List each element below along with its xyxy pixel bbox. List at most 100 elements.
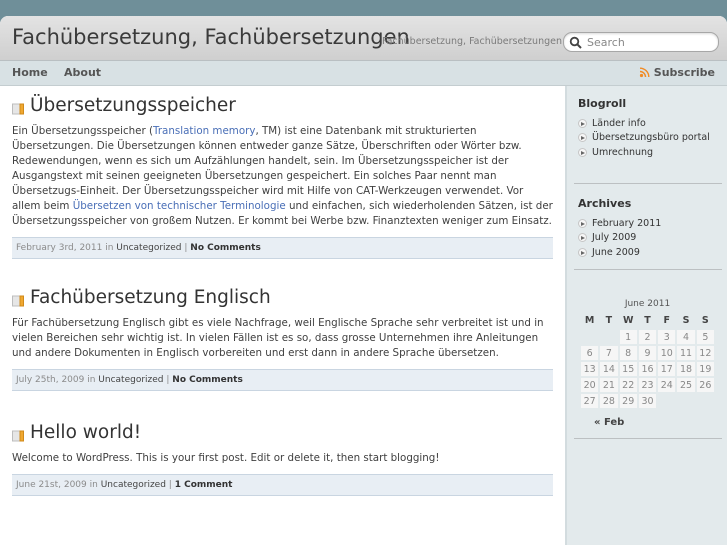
meta-in: in [86,480,101,490]
calendar-day: 9 [638,346,657,360]
post-date: June 21st, 2009 [16,480,87,490]
calendar-day: 11 [677,346,695,360]
calendar-day: 23 [638,378,657,392]
widget-divider [574,183,722,184]
post-icon [12,291,24,307]
arrow-right-icon [578,247,587,257]
post-text: , TM) ist eine Datenbank mit strukturier… [12,125,524,212]
calendar-day: 30 [638,394,657,408]
calendar-day: 14 [600,362,618,376]
post-title: Hello world! [12,420,553,444]
calendar-day: 22 [619,378,637,392]
calendar-day: 16 [638,362,657,376]
blogroll-widget: Blogroll Länder info Übersetzungsbüro po… [578,97,722,160]
calendar-day: 4 [677,330,695,344]
calendar-day: 8 [619,346,637,360]
calendar-day: 28 [600,394,618,408]
post-meta: July 25th, 2009 in Uncategorized | No Co… [12,369,553,391]
post-body: Welcome to WordPress. This is your first… [12,451,553,466]
terminology-link[interactable]: Übersetzen von technischer Terminologie [73,200,286,212]
post: Übersetzungsspeicher Ein Übersetzungsspe… [12,93,553,259]
calendar-day: 10 [658,346,676,360]
post-body: Für Fachübersetzung Englisch gibt es vie… [12,316,553,361]
calendar-day: 12 [696,346,714,360]
archive-link[interactable]: June 2009 [592,247,640,258]
comments-link[interactable]: 1 Comment [175,480,233,490]
calendar-weekday: W [622,314,634,326]
calendar-caption: June 2011 [624,299,671,309]
blogroll-link[interactable]: Umrechnung [592,147,653,158]
subscribe-link[interactable]: Subscribe [639,66,715,79]
calendar-day: 27 [581,394,599,408]
post-icon [12,426,24,442]
post-icon [12,99,24,115]
archive-item[interactable]: February 2011 [578,216,722,231]
nav-home[interactable]: Home [12,66,48,79]
arrow-right-icon [578,133,587,143]
meta-in: in [84,375,99,385]
widget-divider [574,269,722,270]
arrow-right-icon [578,147,587,157]
archive-link[interactable]: July 2009 [592,232,636,243]
calendar-day: 24 [658,378,676,392]
calendar-day: 2 [638,330,657,344]
blogroll-item[interactable]: Umrechnung [578,145,722,160]
sidebar: Blogroll Länder info Übersetzungsbüro po… [565,86,727,545]
post-meta: June 21st, 2009 in Uncategorized | 1 Com… [12,474,553,496]
calendar-week: 6 7 8 9 10 11 12 [581,346,714,360]
nav-about[interactable]: About [64,66,101,79]
search-input[interactable] [587,35,712,49]
rss-icon [639,67,650,78]
blogroll-item[interactable]: Länder info [578,116,722,131]
calendar-day: 19 [696,362,714,376]
comments-link[interactable]: No Comments [190,243,261,253]
calendar-week: 12345 [581,330,714,344]
post-title-link[interactable]: Fachübersetzung Englisch [30,287,271,308]
main-nav: Home About Subscribe [0,61,727,86]
calendar-weekday: T [644,314,651,326]
archive-link[interactable]: February 2011 [592,218,661,229]
calendar-prev-month-link[interactable]: « Feb [594,417,624,428]
blogroll-link[interactable]: Länder info [592,118,646,129]
post-title-link[interactable]: Übersetzungsspeicher [30,95,236,116]
archive-item[interactable]: June 2009 [578,245,722,260]
post-title: Übersetzungsspeicher [12,93,553,117]
comments-link[interactable]: No Comments [172,375,243,385]
blogroll-item[interactable]: Übersetzungsbüro portal [578,131,722,146]
calendar-day: 3 [658,330,676,344]
calendar-weekday: F [663,314,671,326]
calendar-day: 5 [696,330,714,344]
meta-separator: | [165,480,175,490]
calendar-empty-cell [677,394,694,408]
calendar-week: 13 14 15 16 17 18 19 [581,362,714,376]
arrow-right-icon [578,218,587,228]
post-title-link[interactable]: Hello world! [30,422,141,443]
post-date: July 25th, 2009 [16,375,85,385]
calendar-weekday: M [584,314,595,326]
category-link[interactable]: Uncategorized [98,375,163,385]
category-link[interactable]: Uncategorized [101,480,166,490]
archive-item[interactable]: July 2009 [578,231,722,246]
blogroll-link[interactable]: Übersetzungsbüro portal [592,132,710,143]
post-text: Für Fachübersetzung Englisch gibt es vie… [12,317,544,359]
category-link[interactable]: Uncategorized [116,243,181,253]
calendar-day: 1 [619,330,637,344]
search-box[interactable] [563,32,719,52]
calendar-weekday: T [605,314,613,326]
calendar-day: 26 [696,378,714,392]
archives-title: Archives [578,197,632,210]
search-icon [569,35,583,49]
calendar-day: 25 [677,378,695,392]
meta-separator: | [163,375,173,385]
calendar-week: 20 21 22 23 24 25 26 [581,378,714,392]
meta-in: in [102,243,117,253]
site-title-link[interactable]: Fachübersetzung, Fachübersetzungen [12,25,410,49]
calendar-empty-cell [697,394,714,408]
post-title: Fachübersetzung Englisch [12,285,553,309]
calendar-empty-cell [658,394,675,408]
calendar-weekday: S [682,314,690,326]
calendar-empty-cell [581,330,598,344]
post-meta: February 3rd, 2011 in Uncategorized | No… [12,237,553,259]
calendar-day: 15 [619,362,637,376]
translation-memory-link[interactable]: Translation memory [153,125,255,137]
